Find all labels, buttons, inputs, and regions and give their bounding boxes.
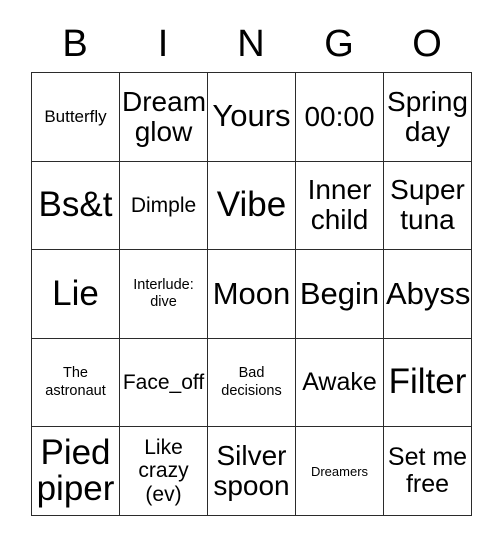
bingo-cell[interactable]: Vibe (208, 161, 296, 251)
bingo-cell-label: Set me free (387, 442, 468, 499)
bingo-cell[interactable]: Silver spoon (208, 427, 296, 516)
bingo-cell-label: The astronaut (45, 365, 106, 399)
bingo-cell-label: Filter (388, 362, 467, 402)
bingo-cell[interactable]: Yours (208, 73, 296, 162)
bingo-header-letter-g: G (324, 23, 354, 65)
bingo-cell[interactable]: Awake (296, 338, 384, 428)
bingo-cell-label: Begin (299, 275, 380, 311)
bingo-cell-label: Face_off (122, 370, 205, 394)
bingo-grid: Butterfly Dream glow Yours 00:00 Spring day B… (31, 72, 472, 516)
bingo-cell[interactable]: Bs&t (32, 161, 120, 251)
bingo-header-letter-b: B (62, 23, 88, 65)
bingo-cell[interactable]: Dream glow (120, 73, 208, 162)
bingo-cell-label: Silver spoon (213, 439, 290, 502)
bingo-cell-label: Super tuna (390, 174, 465, 236)
bingo-header-row: B I N G O (31, 18, 471, 70)
bingo-cell-label: 00:00 (304, 100, 375, 132)
bingo-cell[interactable]: Interlude: dive (120, 250, 208, 339)
bingo-cell[interactable]: Set me free (384, 427, 472, 516)
bingo-cell-label: Inner child (307, 174, 372, 236)
bingo-cell[interactable]: Begin (296, 250, 384, 339)
bingo-cell-label: Yours (212, 98, 291, 134)
bingo-cell-label: Like crazy (ev) (138, 435, 189, 506)
bingo-cell[interactable]: Filter (384, 338, 472, 428)
bingo-cell-label: Dream glow (122, 85, 207, 147)
bingo-cell[interactable]: Pied piper (32, 427, 120, 516)
bingo-cell[interactable]: Bad decisions (208, 338, 296, 428)
bingo-cell[interactable]: Abyss (384, 250, 472, 339)
bingo-cell-label: Interlude: dive (133, 276, 194, 310)
bingo-cell[interactable]: Face_off (120, 338, 208, 428)
bingo-cell-label: Dreamers (310, 463, 369, 479)
bingo-cell-label: Moon (212, 275, 291, 311)
bingo-cell[interactable]: Moon (208, 250, 296, 339)
bingo-cell-label: Bad decisions (221, 365, 282, 399)
bingo-header-letter-i: I (157, 23, 169, 65)
bingo-cell-label: Dimple (130, 193, 197, 217)
bingo-cell[interactable]: 00:00 (296, 73, 384, 162)
bingo-cell[interactable]: Lie (32, 250, 120, 339)
bingo-cell[interactable]: Dreamers (296, 427, 384, 516)
bingo-cell-label: Pied piper (36, 432, 115, 509)
bingo-cell-label: Vibe (216, 185, 287, 225)
bingo-cell[interactable]: Butterfly (32, 73, 120, 162)
bingo-header-letter-o: O (412, 23, 442, 65)
bingo-cell-label: Spring day (387, 85, 468, 147)
bingo-cell[interactable]: Spring day (384, 73, 472, 162)
bingo-cell-label: Awake (302, 367, 377, 396)
bingo-card: B I N G O Butterfly Dream glow Yours 00:00 S… (0, 0, 500, 544)
bingo-cell-label: Abyss (386, 275, 471, 311)
bingo-cell-label: Butterfly (44, 107, 107, 127)
bingo-cell-label: Lie (52, 273, 99, 313)
bingo-cell[interactable]: Like crazy (ev) (120, 427, 208, 516)
bingo-cell[interactable]: The astronaut (32, 338, 120, 428)
bingo-cell[interactable]: Inner child (296, 161, 384, 251)
bingo-cell[interactable]: Super tuna (384, 161, 472, 251)
bingo-cell-label: Bs&t (38, 185, 113, 225)
bingo-header-letter-n: N (237, 23, 265, 65)
bingo-cell[interactable]: Dimple (120, 161, 208, 251)
